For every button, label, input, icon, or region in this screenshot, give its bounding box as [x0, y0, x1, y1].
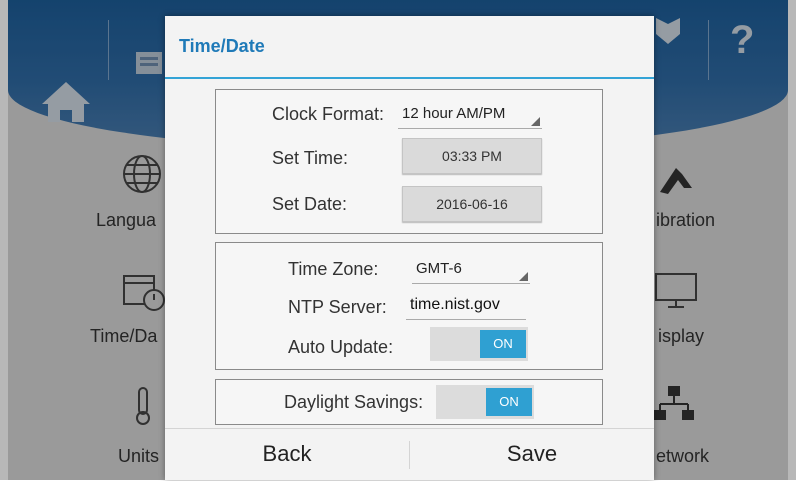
ntp-server-input[interactable]: time.nist.gov: [406, 293, 526, 320]
time-zone-label: Time Zone:: [288, 259, 379, 279]
dialog-footer: Back Save: [165, 428, 654, 481]
time-date-dialog: Time/Date Clock Format: 12 hour AM/PM Se…: [165, 16, 654, 480]
clock-format-label: Clock Format:: [272, 104, 385, 124]
daylight-savings-group: Daylight Savings: ON: [215, 379, 603, 425]
auto-update-toggle[interactable]: ON: [430, 327, 528, 361]
set-time-button[interactable]: 03:33 PM: [402, 138, 542, 174]
auto-update-toggle-state: ON: [480, 330, 526, 358]
clock-format-value: 12 hour AM/PM: [402, 105, 506, 122]
set-date-button[interactable]: 2016-06-16: [402, 186, 542, 222]
daylight-savings-toggle-state: ON: [486, 388, 532, 416]
network-time-group: Time Zone: GMT-6 NTP Server: time.nist.g…: [215, 242, 603, 370]
time-zone-dropdown[interactable]: GMT-6: [412, 257, 530, 284]
title-divider: [165, 77, 654, 79]
clock-settings-group: Clock Format: 12 hour AM/PM Set Time: 03…: [215, 89, 603, 234]
set-time-label: Set Time:: [272, 148, 349, 168]
ntp-server-label: NTP Server:: [288, 297, 387, 317]
auto-update-label: Auto Update:: [288, 337, 394, 357]
back-button[interactable]: Back: [165, 429, 409, 481]
time-zone-value: GMT-6: [416, 260, 462, 277]
daylight-savings-toggle[interactable]: ON: [436, 385, 534, 419]
dropdown-arrow-icon: [531, 117, 540, 126]
save-button[interactable]: Save: [410, 429, 654, 481]
clock-format-dropdown[interactable]: 12 hour AM/PM: [398, 102, 542, 129]
dialog-title: Time/Date: [179, 36, 265, 56]
set-date-label: Set Date:: [272, 194, 348, 214]
daylight-savings-label: Daylight Savings:: [284, 392, 424, 412]
dropdown-arrow-icon: [519, 272, 528, 281]
